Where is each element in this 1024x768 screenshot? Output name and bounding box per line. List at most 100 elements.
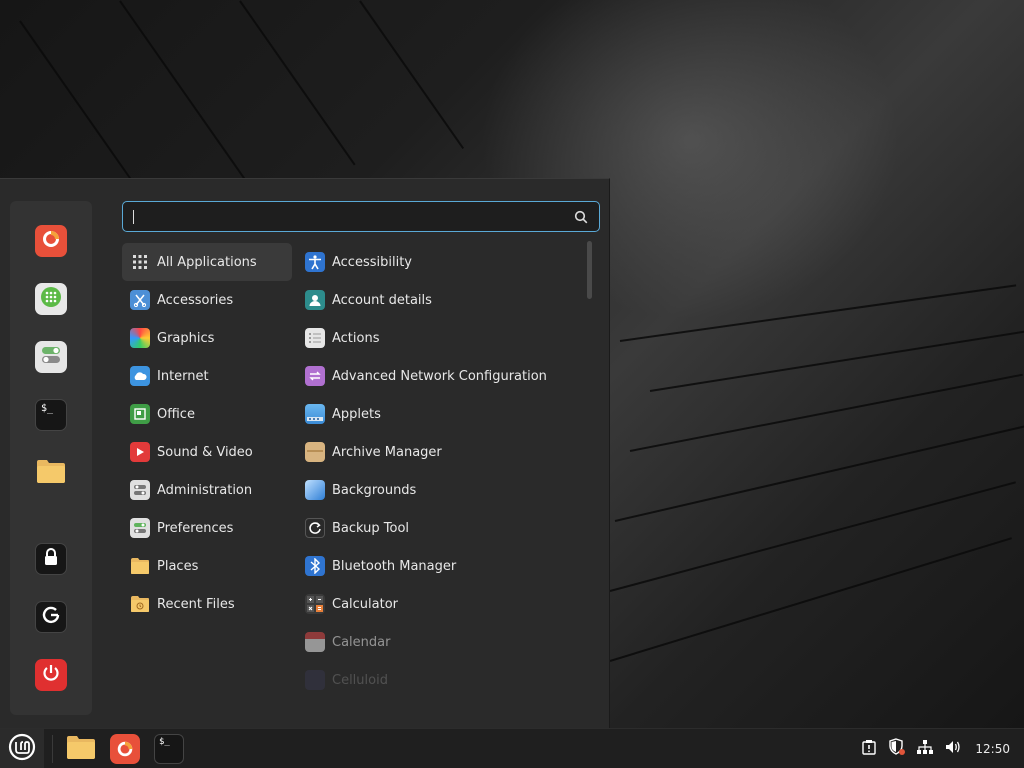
app-applets[interactable]: Applets bbox=[297, 395, 581, 433]
power-icon bbox=[41, 663, 61, 687]
mint-logo-icon bbox=[7, 732, 37, 766]
category-sound-video[interactable]: Sound & Video bbox=[122, 433, 292, 471]
category-graphics[interactable]: Graphics bbox=[122, 319, 292, 357]
system-tray: 12:50 bbox=[855, 729, 1024, 768]
logout-button[interactable] bbox=[35, 601, 67, 633]
places-icon bbox=[130, 556, 150, 576]
search-input[interactable] bbox=[123, 202, 569, 231]
category-office[interactable]: Office bbox=[122, 395, 292, 433]
recent-files-icon bbox=[130, 594, 150, 614]
category-label: Recent Files bbox=[157, 596, 235, 612]
search-icon bbox=[569, 205, 593, 229]
network-tray[interactable] bbox=[911, 729, 939, 768]
archive-icon bbox=[305, 442, 325, 462]
app-label: Applets bbox=[332, 406, 381, 422]
category-label: Preferences bbox=[157, 520, 234, 536]
accessibility-icon bbox=[305, 252, 325, 272]
firefox-icon bbox=[110, 733, 140, 764]
category-all-applications[interactable]: All Applications bbox=[122, 243, 292, 281]
clipboard-alert-icon bbox=[861, 739, 877, 759]
network-config-icon bbox=[305, 366, 325, 386]
category-administration[interactable]: Administration bbox=[122, 471, 292, 509]
lock-icon bbox=[42, 547, 60, 571]
category-places[interactable]: Places bbox=[122, 547, 292, 585]
app-label: Archive Manager bbox=[332, 444, 442, 460]
app-accessibility[interactable]: Accessibility bbox=[297, 243, 581, 281]
network-icon bbox=[916, 739, 934, 759]
app-calendar[interactable]: Calendar bbox=[297, 623, 581, 661]
app-celluloid[interactable]: Celluloid bbox=[297, 661, 581, 691]
favorites-sidebar: $_ bbox=[10, 201, 92, 715]
launcher-terminal[interactable]: $_ bbox=[149, 729, 189, 768]
app-label: Bluetooth Manager bbox=[332, 558, 457, 574]
favorite-terminal[interactable]: $_ bbox=[35, 399, 67, 431]
category-internet[interactable]: Internet bbox=[122, 357, 292, 395]
category-list: All Applications Accessories Graphics In… bbox=[122, 243, 292, 623]
category-recent-files[interactable]: Recent Files bbox=[122, 585, 292, 623]
backup-icon bbox=[305, 518, 325, 538]
app-label: Actions bbox=[332, 330, 380, 346]
menu-button[interactable] bbox=[0, 728, 44, 768]
favorite-software-manager[interactable] bbox=[35, 283, 67, 315]
update-manager-tray[interactable] bbox=[883, 729, 911, 768]
app-label: Advanced Network Configuration bbox=[332, 368, 547, 384]
app-account-details[interactable]: Account details bbox=[297, 281, 581, 319]
internet-icon bbox=[130, 366, 150, 386]
app-label: Celluloid bbox=[332, 672, 388, 688]
lock-screen-button[interactable] bbox=[35, 543, 67, 575]
app-backup-tool[interactable]: Backup Tool bbox=[297, 509, 581, 547]
grid-icon bbox=[130, 252, 150, 272]
accessories-icon bbox=[130, 290, 150, 310]
calendar-icon bbox=[305, 632, 325, 652]
app-label: Accessibility bbox=[332, 254, 412, 270]
administration-icon bbox=[130, 480, 150, 500]
app-calculator[interactable]: Calculator bbox=[297, 585, 581, 623]
terminal-icon: $_ bbox=[41, 403, 54, 414]
terminal-glyph: $_ bbox=[159, 736, 170, 747]
clock[interactable]: 12:50 bbox=[975, 742, 1010, 756]
application-menu: $_ All Applications Accessories Graphics… bbox=[0, 178, 610, 728]
shutdown-button[interactable] bbox=[35, 659, 67, 691]
volume-tray[interactable] bbox=[939, 729, 967, 768]
app-label: Account details bbox=[332, 292, 432, 308]
search-box[interactable] bbox=[122, 201, 600, 232]
app-advanced-network-configuration[interactable]: Advanced Network Configuration bbox=[297, 357, 581, 395]
favorite-files[interactable] bbox=[35, 457, 67, 489]
app-label: Calendar bbox=[332, 634, 391, 650]
panel-separator bbox=[52, 734, 53, 763]
app-list-scrollbar[interactable] bbox=[587, 241, 592, 299]
category-preferences[interactable]: Preferences bbox=[122, 509, 292, 547]
favorite-firefox[interactable] bbox=[35, 225, 67, 257]
category-label: Graphics bbox=[157, 330, 215, 346]
launcher-firefox[interactable] bbox=[105, 729, 145, 768]
application-list: Accessibility Account details Actions Ad… bbox=[297, 243, 581, 691]
office-icon bbox=[130, 404, 150, 424]
calculator-icon bbox=[305, 594, 325, 614]
app-bluetooth-manager[interactable]: Bluetooth Manager bbox=[297, 547, 581, 585]
sound-video-icon bbox=[130, 442, 150, 462]
folder-icon bbox=[66, 734, 96, 764]
launcher-files[interactable] bbox=[61, 729, 101, 768]
settings-toggle-icon bbox=[39, 343, 63, 371]
firefox-icon bbox=[40, 228, 62, 254]
category-label: Internet bbox=[157, 368, 209, 384]
category-label: Places bbox=[157, 558, 199, 574]
app-actions[interactable]: Actions bbox=[297, 319, 581, 357]
graphics-icon bbox=[130, 328, 150, 348]
favorite-system-settings[interactable] bbox=[35, 341, 67, 373]
account-icon bbox=[305, 290, 325, 310]
backgrounds-icon bbox=[305, 480, 325, 500]
app-backgrounds[interactable]: Backgrounds bbox=[297, 471, 581, 509]
app-archive-manager[interactable]: Archive Manager bbox=[297, 433, 581, 471]
category-accessories[interactable]: Accessories bbox=[122, 281, 292, 319]
bluetooth-icon bbox=[305, 556, 325, 576]
volume-icon bbox=[944, 739, 962, 759]
app-label: Backup Tool bbox=[332, 520, 410, 536]
notifications-tray[interactable] bbox=[855, 729, 883, 768]
taskbar-panel: $_ 12:50 bbox=[0, 728, 1024, 768]
applets-icon bbox=[305, 404, 325, 424]
terminal-icon: $_ bbox=[154, 733, 184, 764]
logout-icon bbox=[41, 605, 61, 629]
shield-icon bbox=[888, 738, 906, 760]
actions-icon bbox=[305, 328, 325, 348]
